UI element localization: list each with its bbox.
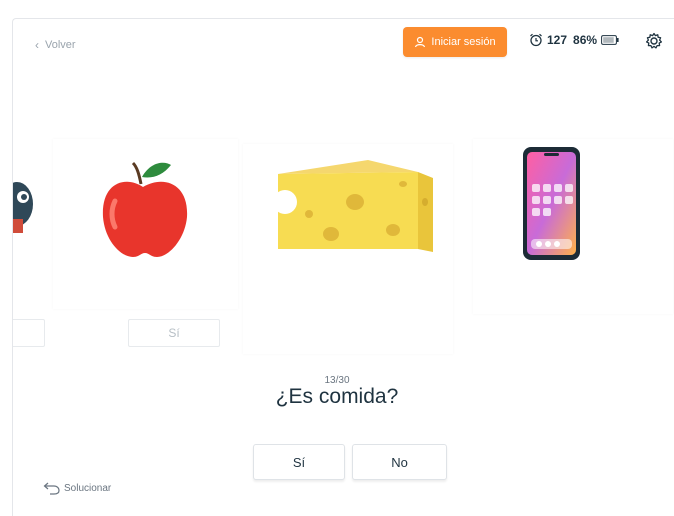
settings-button[interactable] bbox=[644, 31, 664, 51]
app-frame: ‹ Volver Iniciar sesión 127 86% Sí Soluc… bbox=[12, 18, 674, 516]
battery-icon bbox=[601, 35, 619, 45]
timer: 127 bbox=[529, 33, 567, 47]
yes-button[interactable]: Sí bbox=[253, 444, 345, 480]
solve-label: Solucionar bbox=[64, 482, 112, 494]
apple-image bbox=[102, 161, 188, 257]
status-bar: 127 86% bbox=[529, 33, 619, 47]
card-partial bbox=[13, 149, 39, 279]
user-icon bbox=[415, 36, 426, 48]
login-label: Iniciar sesión bbox=[431, 36, 496, 48]
login-button[interactable]: Iniciar sesión bbox=[403, 27, 507, 57]
cheese-image bbox=[273, 160, 433, 252]
battery: 86% bbox=[573, 33, 619, 47]
chevron-left-icon: ‹ bbox=[35, 38, 39, 52]
back-button[interactable]: ‹ Volver bbox=[35, 38, 76, 52]
battery-percent: 86% bbox=[573, 33, 598, 47]
undo-arrow-icon bbox=[43, 482, 60, 495]
partial-image bbox=[13, 182, 33, 233]
solve-button[interactable]: Solucionar bbox=[43, 481, 111, 495]
card-answer-si[interactable]: Sí bbox=[128, 319, 220, 347]
no-button[interactable]: No bbox=[352, 444, 447, 480]
back-label: Volver bbox=[45, 39, 76, 51]
card-cheese[interactable] bbox=[243, 144, 453, 354]
gear-icon bbox=[645, 32, 663, 49]
card-smartphone[interactable] bbox=[473, 139, 673, 314]
timer-value: 127 bbox=[547, 33, 568, 47]
card-apple[interactable] bbox=[53, 139, 238, 309]
alarm-clock-icon bbox=[530, 33, 542, 47]
smartphone-image bbox=[523, 147, 580, 260]
question-text: ¿Es comida? bbox=[275, 385, 399, 408]
answer-button-partial[interactable] bbox=[13, 319, 45, 347]
